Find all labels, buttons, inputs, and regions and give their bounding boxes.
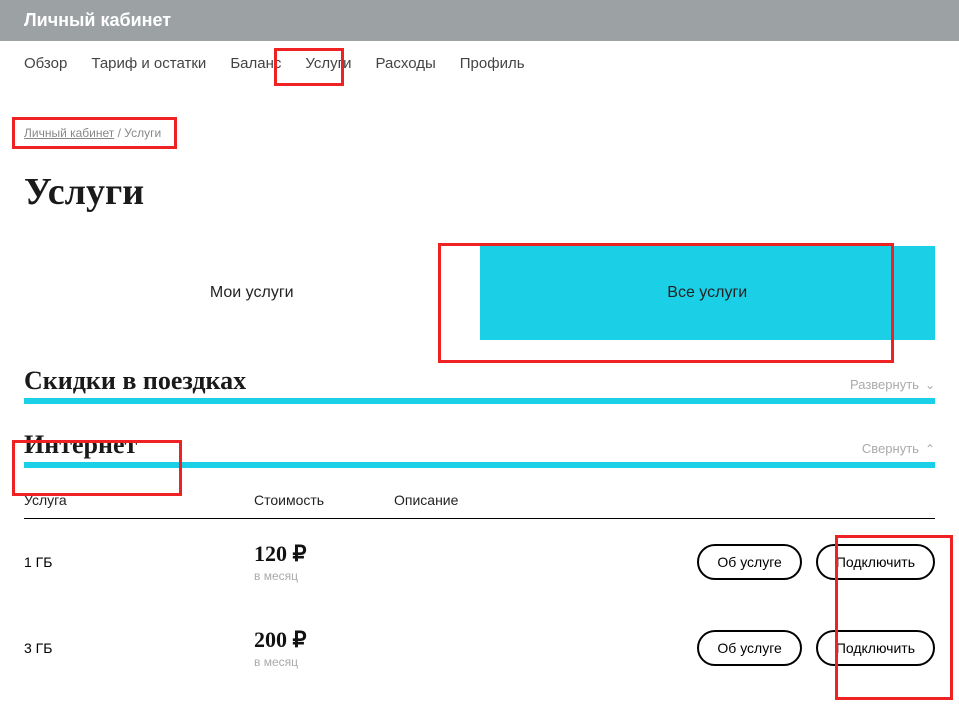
section-discounts-toggle[interactable]: Развернуть ⌄ xyxy=(850,377,935,392)
header-title: Личный кабинет xyxy=(24,10,171,30)
table-header-row: Услуга Стоимость Описание xyxy=(24,492,935,519)
breadcrumb-sep: / xyxy=(114,126,124,140)
th-desc: Описание xyxy=(394,492,675,508)
toggle-label: Развернуть xyxy=(850,377,919,392)
chevron-down-icon: ⌄ xyxy=(925,378,935,392)
page-title: Услуги xyxy=(0,140,959,226)
section-discounts: Скидки в поездках Развернуть ⌄ xyxy=(24,366,935,404)
connect-button[interactable]: Подключить xyxy=(816,630,935,666)
section-discounts-header[interactable]: Скидки в поездках Развернуть ⌄ xyxy=(24,366,935,404)
tab-my-services[interactable]: Мои услуги xyxy=(24,246,480,340)
service-tabs: Мои услуги Все услуги xyxy=(24,246,935,340)
service-price: 120 ₽ xyxy=(254,541,394,567)
tab-all-services[interactable]: Все услуги xyxy=(480,246,936,340)
nav-services[interactable]: Услуги xyxy=(305,55,351,72)
nav-expenses[interactable]: Расходы xyxy=(376,55,436,72)
th-price: Стоимость xyxy=(254,492,394,508)
th-name: Услуга xyxy=(24,492,254,508)
section-internet-title: Интернет xyxy=(24,430,137,460)
about-service-button[interactable]: Об услуге xyxy=(697,630,801,666)
service-name: 3 ГБ xyxy=(24,640,254,656)
nav-tariff[interactable]: Тариф и остатки xyxy=(91,55,206,72)
section-internet-toggle[interactable]: Свернуть ⌃ xyxy=(862,441,935,456)
nav-overview[interactable]: Обзор xyxy=(24,55,67,72)
toggle-label: Свернуть xyxy=(862,441,919,456)
main-nav: Обзор Тариф и остатки Баланс Услуги Расх… xyxy=(0,41,959,86)
breadcrumb-root[interactable]: Личный кабинет xyxy=(24,126,114,140)
header-bar: Личный кабинет xyxy=(0,0,959,41)
connect-button[interactable]: Подключить xyxy=(816,544,935,580)
service-period: в месяц xyxy=(254,569,394,583)
table-row: 1 ГБ 120 ₽ в месяц Об услуге Подключить xyxy=(24,519,935,605)
nav-profile[interactable]: Профиль xyxy=(460,55,525,72)
section-internet-header[interactable]: Интернет Свернуть ⌃ xyxy=(24,430,935,468)
ruble-icon: ₽ xyxy=(293,627,307,652)
ruble-icon: ₽ xyxy=(293,541,307,566)
table-row: 3 ГБ 200 ₽ в месяц Об услуге Подключить xyxy=(24,605,935,691)
chevron-up-icon: ⌃ xyxy=(925,442,935,456)
breadcrumb: Личный кабинет / Услуги xyxy=(0,114,959,140)
service-period: в месяц xyxy=(254,655,394,669)
nav-balance[interactable]: Баланс xyxy=(230,55,281,72)
section-internet: Интернет Свернуть ⌃ xyxy=(24,430,935,468)
breadcrumb-current: Услуги xyxy=(124,126,161,140)
section-discounts-title: Скидки в поездках xyxy=(24,366,246,396)
service-name: 1 ГБ xyxy=(24,554,254,570)
about-service-button[interactable]: Об услуге xyxy=(697,544,801,580)
service-price: 200 ₽ xyxy=(254,627,394,653)
